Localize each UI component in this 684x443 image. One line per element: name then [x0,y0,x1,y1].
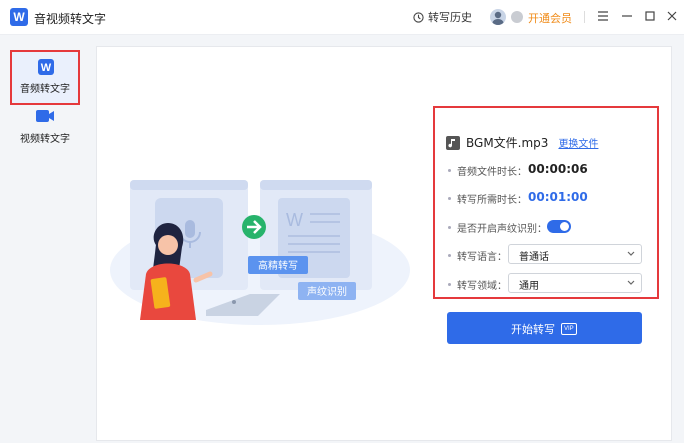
domain-select[interactable]: 通用 [508,273,642,293]
svg-text:W: W [41,62,52,74]
avatar[interactable] [490,9,506,25]
bullet [448,169,451,172]
sidebar-item-audio-to-text[interactable]: W 音频转文字 [10,50,80,105]
language-row: 转写语言： [448,248,507,263]
minimize-icon[interactable] [620,9,634,23]
required-time-label: 转写所需时长： [457,195,527,206]
bullet [448,197,451,200]
history-button[interactable]: 转写历史 [413,9,472,25]
voiceprint-toggle[interactable] [547,220,571,233]
close-icon[interactable] [665,9,679,23]
file-row: BGM文件.mp3 更换文件 [446,134,598,151]
toggle-knob [560,222,569,231]
app-title: 音视频转文字 [34,12,107,26]
bullet [448,283,451,286]
bubble-voiceprint: 声纹识别 [298,282,356,300]
language-select[interactable]: 普通话 [508,244,642,264]
duration-row: 音频文件时长： [448,163,527,178]
sidebar-item-label: 视频转文字 [20,134,70,145]
bubble-precise: 高精转写 [248,256,308,274]
language-select-value: 普通话 [519,252,549,263]
domain-row: 转写领域： [448,277,507,292]
arrow-right-icon [242,215,266,239]
illustration: W 高精转写 声纹识别 [110,180,410,325]
word-doc-icon: W [286,210,303,230]
bullet [448,226,451,229]
vip-badge-icon [511,11,523,23]
sidebar-item-video-to-text[interactable]: 视频转文字 [10,105,80,160]
history-label: 转写历史 [428,11,472,24]
sidebar-item-label: 音频转文字 [20,84,70,95]
change-file-link[interactable]: 更换文件 [558,135,598,150]
clock-icon [413,11,424,23]
language-label: 转写语言： [457,252,507,263]
audio-doc-icon: W [38,59,54,75]
bubble-voiceprint-label: 声纹识别 [307,285,347,298]
required-time-row: 转写所需时长： [448,191,527,206]
maximize-icon[interactable] [643,9,657,23]
domain-label: 转写领域： [457,281,507,292]
file-name: BGM文件.mp3 [466,136,549,150]
chevron-down-icon [627,280,635,285]
required-time-value: 00:01:00 [528,190,588,204]
user-avatar-icon [492,11,504,25]
domain-select-value: 通用 [519,281,539,292]
sidebar: W 音频转文字 视频转文字 [0,35,90,443]
duration-label: 音频文件时长： [457,167,527,178]
bullet [448,254,451,257]
divider [584,11,585,23]
vip-tag: VIP [561,323,577,335]
bubble-precise-label: 高精转写 [258,259,298,272]
music-file-icon [446,135,460,150]
duration-value: 00:00:06 [528,162,588,176]
title-bar: W 音视频转文字 转写历史 开通会员 [0,0,684,35]
start-transcribe-label: 开始转写 [511,323,555,336]
chevron-down-icon [627,251,635,256]
voiceprint-row: 是否开启声纹识别： [448,220,547,235]
menu-icon[interactable] [596,9,610,23]
app-logo: W [10,8,28,26]
open-vip-link[interactable]: 开通会员 [528,10,572,26]
start-transcribe-button[interactable]: 开始转写 VIP [447,312,642,344]
voiceprint-label: 是否开启声纹识别： [457,224,547,235]
video-camera-icon [36,110,54,122]
